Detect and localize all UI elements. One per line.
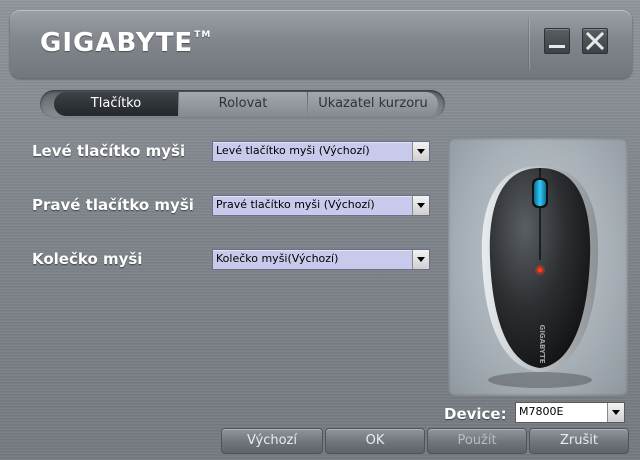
tab-scroll[interactable]: Rolovat	[179, 92, 307, 116]
mouse-preview-panel: GIGABYTE	[448, 138, 628, 396]
mouse-image: GIGABYTE	[481, 166, 599, 388]
cancel-button[interactable]: Zrušit	[529, 428, 629, 454]
wheel-value: Kolečko myši(Výchozí)	[216, 252, 339, 265]
close-button[interactable]	[582, 28, 608, 54]
left-button-value: Levé tlačítko myši (Výchozí)	[216, 144, 370, 157]
device-label: Device:	[444, 405, 507, 423]
minimize-button[interactable]	[544, 28, 570, 54]
right-button-value: Pravé tlačítko myši (Výchozí)	[216, 198, 375, 211]
default-button[interactable]: Výchozí	[221, 428, 323, 454]
title-separator	[528, 18, 530, 70]
trademark-mark: TM	[194, 30, 212, 40]
close-icon	[585, 31, 605, 51]
gigabyte-logo: GIGABYTETM	[40, 28, 211, 58]
apply-button[interactable]: Použít	[427, 428, 527, 454]
dropdown-arrow-icon[interactable]	[412, 196, 429, 215]
right-button-label: Pravé tlačítko myši	[32, 196, 194, 214]
tab-pointer[interactable]: Ukazatel kurzoru	[308, 92, 438, 116]
tab-button[interactable]: Tlačítko	[54, 92, 178, 116]
mouse-brand-text: GIGABYTE	[538, 324, 546, 363]
left-button-select[interactable]: Levé tlačítko myši (Výchozí)	[212, 141, 430, 162]
right-button-select[interactable]: Pravé tlačítko myši (Výchozí)	[212, 195, 430, 216]
minimize-icon	[549, 45, 565, 48]
dropdown-arrow-icon[interactable]	[412, 250, 429, 269]
ok-button[interactable]: OK	[325, 428, 425, 454]
dropdown-arrow-icon[interactable]	[412, 142, 429, 161]
left-button-label: Levé tlačítko myši	[32, 142, 186, 160]
device-select[interactable]: M7800E	[515, 402, 625, 423]
brand-name: GIGABYTE	[40, 28, 194, 58]
device-value: M7800E	[519, 405, 564, 418]
wheel-select[interactable]: Kolečko myši(Výchozí)	[212, 249, 430, 270]
wheel-label: Kolečko myši	[32, 250, 143, 268]
app-window: GIGABYTETM Tlačítko Rolovat Ukazatel kur…	[0, 0, 640, 460]
title-bar[interactable]: GIGABYTETM	[10, 10, 632, 78]
tab-bar: Tlačítko Rolovat Ukazatel kurzoru	[40, 90, 445, 118]
dropdown-arrow-icon[interactable]	[607, 403, 624, 422]
